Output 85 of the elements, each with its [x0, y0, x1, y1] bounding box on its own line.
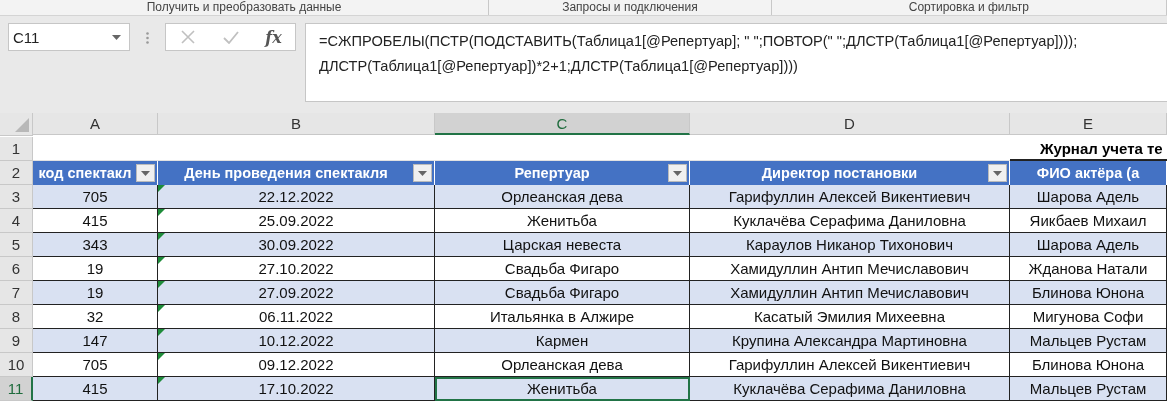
column-heading: День проведения спектакля [158, 161, 435, 185]
table-cell: 06.11.2022 [158, 305, 435, 329]
table-cell: 27.10.2022 [158, 257, 435, 281]
table-cell: 22.12.2022 [158, 185, 435, 209]
function-button[interactable]: fx [259, 25, 288, 49]
column-header[interactable]: A [33, 113, 158, 135]
dropdown-arrow-icon [112, 34, 121, 40]
table-cell: 27.09.2022 [158, 281, 435, 305]
table-cell: Свадьба Фигаро [435, 257, 690, 281]
row-header[interactable]: 1 [0, 137, 33, 161]
table-cell: Мигунова Софи [1010, 305, 1167, 329]
table-cell: Орлеанская дева [435, 353, 690, 377]
dropdown-arrow-icon [993, 170, 1002, 176]
row-header[interactable]: 11 [0, 377, 33, 401]
row-header[interactable]: 2 [0, 161, 33, 185]
table-cell: Женитьба [435, 377, 690, 401]
dropdown-arrow-icon [141, 170, 150, 176]
table-cell: Царская невеста [435, 233, 690, 257]
column-header[interactable]: B [158, 113, 435, 135]
table-cell: Касатый Эмилия Михеевна [690, 305, 1010, 329]
table-cell: Кармен [435, 329, 690, 353]
table-cell: Мальцев Рустам [1010, 377, 1167, 401]
table-cell: 09.12.2022 [158, 353, 435, 377]
filter-dropdown-button[interactable] [988, 164, 1007, 182]
drag-handle-icon[interactable] [146, 32, 149, 44]
column-heading: Директор постановки [690, 161, 1010, 185]
table-cell: Куклачёва Серафима Даниловна [690, 209, 1010, 233]
ribbon-group-label: Запросы и подключения [562, 1, 698, 14]
table-cell: Хамидуллин Антип Мечиславович [690, 281, 1010, 305]
table-cell: Караулов Никанор Тихонович [690, 233, 1010, 257]
filter-dropdown-button[interactable] [413, 164, 432, 182]
table-cell: Женитьба [435, 209, 690, 233]
table-cell: Крупина Александра Мартиновна [690, 329, 1010, 353]
row-header[interactable]: 9 [0, 329, 33, 353]
row-header[interactable]: 10 [0, 353, 33, 377]
row-header[interactable]: 7 [0, 281, 33, 305]
table-cell: Яикбаев Михаил [1010, 209, 1167, 233]
filter-dropdown-button[interactable] [136, 164, 155, 182]
row-header[interactable]: 6 [0, 257, 33, 281]
ribbon-group-label: Сортировка и фильтр [908, 1, 1029, 14]
table-cell: Блинова Юнона [1010, 353, 1167, 377]
ribbon-group-label: Получить и преобразовать данные [146, 1, 342, 14]
table-cell: 30.09.2022 [158, 233, 435, 257]
filter-dropdown-button[interactable] [668, 164, 687, 182]
table-cell: Мальцев Рустам [1010, 329, 1167, 353]
table-cell: 19 [33, 281, 158, 305]
cancel-icon [180, 30, 195, 44]
row-header[interactable]: 5 [0, 233, 33, 257]
triangle-icon [15, 118, 29, 132]
table-cell: 705 [33, 353, 158, 377]
table-cell: 17.10.2022 [158, 377, 435, 401]
table-cell: 343 [33, 233, 158, 257]
column-heading: ФИО актёра (а [1010, 161, 1167, 185]
dropdown-arrow-icon [673, 170, 682, 176]
table-cell: Хамидуллин Антип Мечиславович [690, 257, 1010, 281]
table-cell: 415 [33, 377, 158, 401]
table-cell: Итальянка в Алжире [435, 305, 690, 329]
formula-field[interactable]: =СЖПРОБЕЛЫ(ПСТР(ПОДСТАВИТЬ(Таблица1[@Репертуар]; " ";ПОВТОР(" ";ДЛСТР(Таблица1[@Репертуар]))); ДЛСТР(Таблица1[@Репертуар])*2+1;ДЛСТР(Таблица1[@Репертуар]))) [305, 23, 1167, 102]
name-box[interactable]: C11 [8, 23, 130, 51]
table-cell: Шарова Адель [1010, 233, 1167, 257]
table-cell: Куклачёва Серафима Даниловна [690, 377, 1010, 401]
table-cell: 19 [33, 257, 158, 281]
column-heading: код спектакл [33, 161, 158, 185]
table-cell: 25.09.2022 [158, 209, 435, 233]
column-header[interactable]: E [1010, 113, 1167, 135]
table-cell: Орлеанская дева [435, 185, 690, 209]
table-cell: Гарифуллин Алексей Викентиевич [690, 353, 1010, 377]
table-cell: 705 [33, 185, 158, 209]
row-header[interactable]: 4 [0, 209, 33, 233]
table-cell: 147 [33, 329, 158, 353]
table-cell: Шарова Адель [1010, 185, 1167, 209]
table-cell: 10.12.2022 [158, 329, 435, 353]
row-header[interactable]: 8 [0, 305, 33, 329]
row-header[interactable]: 3 [0, 185, 33, 209]
column-header[interactable]: D [690, 113, 1010, 135]
column-heading: Репертуар [435, 161, 690, 185]
checkmark-icon [222, 30, 239, 44]
dropdown-arrow-icon [418, 170, 427, 176]
table-cell: 415 [33, 209, 158, 233]
table-cell: Свадьба Фигаро [435, 281, 690, 305]
table-cell: Гарифуллин Алексей Викентиевич [690, 185, 1010, 209]
table-cell: Блинова Юнона [1010, 281, 1167, 305]
table-cell: 32 [33, 305, 158, 329]
table-cell: Жданова Натали [1010, 257, 1167, 281]
column-header[interactable]: C [435, 113, 690, 135]
